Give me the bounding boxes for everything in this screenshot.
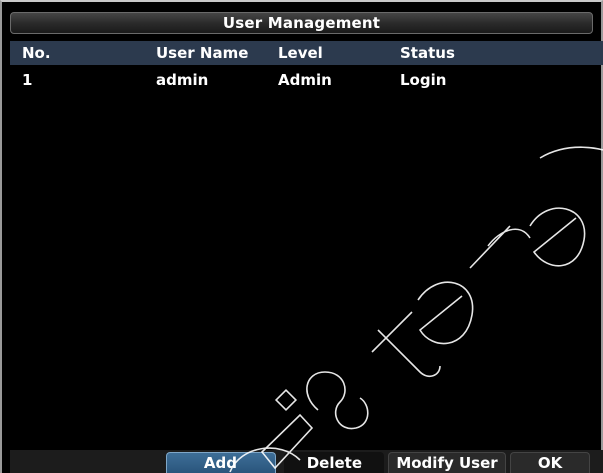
column-header-status: Status: [400, 44, 455, 62]
cell-level: Admin: [278, 71, 332, 89]
cell-user-name: admin: [156, 71, 209, 89]
table-row[interactable]: 1 admin Admin Login: [10, 68, 603, 92]
add-button[interactable]: Add: [166, 452, 276, 473]
column-header-user-name: User Name: [156, 44, 249, 62]
cell-no: 1: [22, 71, 33, 89]
ok-button[interactable]: OK: [510, 452, 590, 473]
table-header: No. User Name Level Status: [10, 41, 603, 65]
modify-user-button[interactable]: Modify User: [388, 452, 506, 473]
column-header-level: Level: [278, 44, 323, 62]
delete-button[interactable]: Delete: [284, 452, 384, 473]
window-title: User Management: [10, 12, 593, 34]
cell-status: Login: [400, 71, 447, 89]
column-header-no: No.: [22, 44, 51, 62]
